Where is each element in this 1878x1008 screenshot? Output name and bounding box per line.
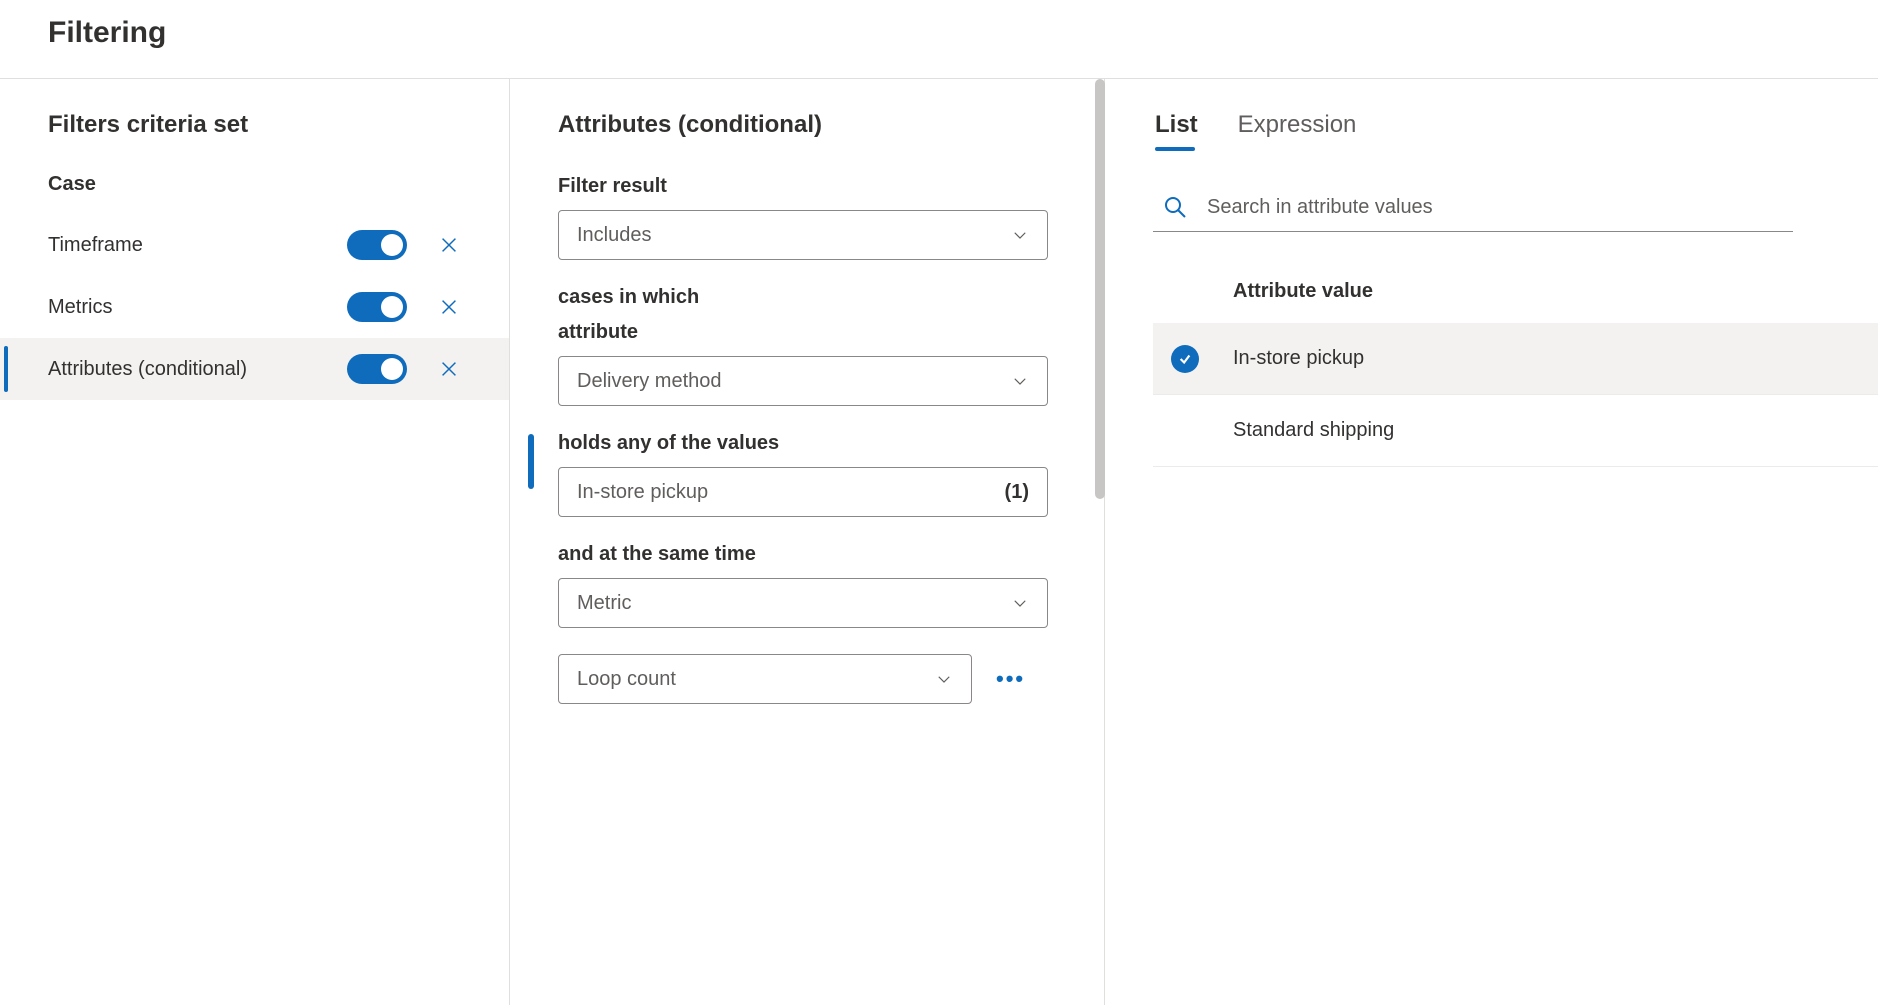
values-input[interactable]: In-store pickup (1) — [558, 467, 1048, 517]
select-value: Metric — [577, 592, 631, 615]
label-and-same-time: and at the same time — [558, 543, 1056, 566]
tab-list[interactable]: List — [1155, 111, 1198, 149]
attribute-value-label: Standard shipping — [1233, 419, 1394, 442]
criteria-label: Timeframe — [48, 234, 347, 257]
label-filter-result: Filter result — [558, 175, 1056, 198]
check-icon[interactable] — [1171, 345, 1199, 373]
criteria-item-metrics[interactable]: Metrics — [0, 276, 509, 338]
chevron-down-icon — [1011, 226, 1029, 244]
check-icon[interactable] — [1171, 417, 1199, 445]
remove-attributes-conditional-icon[interactable] — [437, 357, 461, 381]
criteria-label: Metrics — [48, 296, 347, 319]
chevron-down-icon — [1011, 594, 1029, 612]
toggle-timeframe[interactable] — [347, 230, 407, 260]
focus-indicator — [528, 434, 534, 489]
select-value: Includes — [577, 224, 652, 247]
chevron-down-icon — [935, 670, 953, 688]
remove-metrics-icon[interactable] — [437, 295, 461, 319]
select-metric-type[interactable]: Metric — [558, 578, 1048, 628]
criteria-set-title: Filters criteria set — [48, 111, 461, 139]
tab-expression[interactable]: Expression — [1238, 111, 1357, 149]
filters-criteria-panel: Filters criteria set Case Timeframe Metr… — [0, 79, 510, 1005]
chevron-down-icon — [1011, 372, 1029, 390]
details-title: Attributes (conditional) — [558, 111, 1056, 139]
filter-details-panel: Attributes (conditional) Filter result I… — [510, 79, 1105, 1005]
criteria-item-timeframe[interactable]: Timeframe — [0, 214, 509, 276]
attribute-value-row[interactable]: In-store pickup — [1153, 323, 1878, 395]
attribute-values-panel: List Expression Attribute value In-store… — [1105, 79, 1878, 1005]
label-attribute: attribute — [558, 321, 1056, 344]
attribute-value-label: In-store pickup — [1233, 347, 1364, 370]
scrollbar[interactable] — [1095, 79, 1105, 499]
value-count: (1) — [1005, 481, 1029, 504]
criteria-label: Attributes (conditional) — [48, 358, 347, 381]
select-filter-result[interactable]: Includes — [558, 210, 1048, 260]
more-options-icon[interactable]: ••• — [996, 666, 1025, 692]
toggle-attributes-conditional[interactable] — [347, 354, 407, 384]
select-metric-name[interactable]: Loop count — [558, 654, 972, 704]
criteria-group-case: Case — [48, 173, 461, 196]
remove-timeframe-icon[interactable] — [437, 233, 461, 257]
select-value: Delivery method — [577, 370, 722, 393]
value-text: In-store pickup — [577, 481, 708, 504]
select-value: Loop count — [577, 668, 676, 691]
select-attribute[interactable]: Delivery method — [558, 356, 1048, 406]
page-title: Filtering — [48, 16, 1830, 50]
search-icon — [1163, 195, 1187, 219]
search-box[interactable] — [1153, 189, 1793, 232]
toggle-metrics[interactable] — [347, 292, 407, 322]
label-holds-values: holds any of the values — [558, 432, 1056, 455]
search-input[interactable] — [1207, 196, 1789, 219]
attribute-value-row[interactable]: Standard shipping — [1153, 395, 1878, 467]
attribute-value-header: Attribute value — [1153, 280, 1878, 323]
label-cases-in-which: cases in which — [558, 286, 1056, 309]
criteria-item-attributes-conditional[interactable]: Attributes (conditional) — [0, 338, 509, 400]
